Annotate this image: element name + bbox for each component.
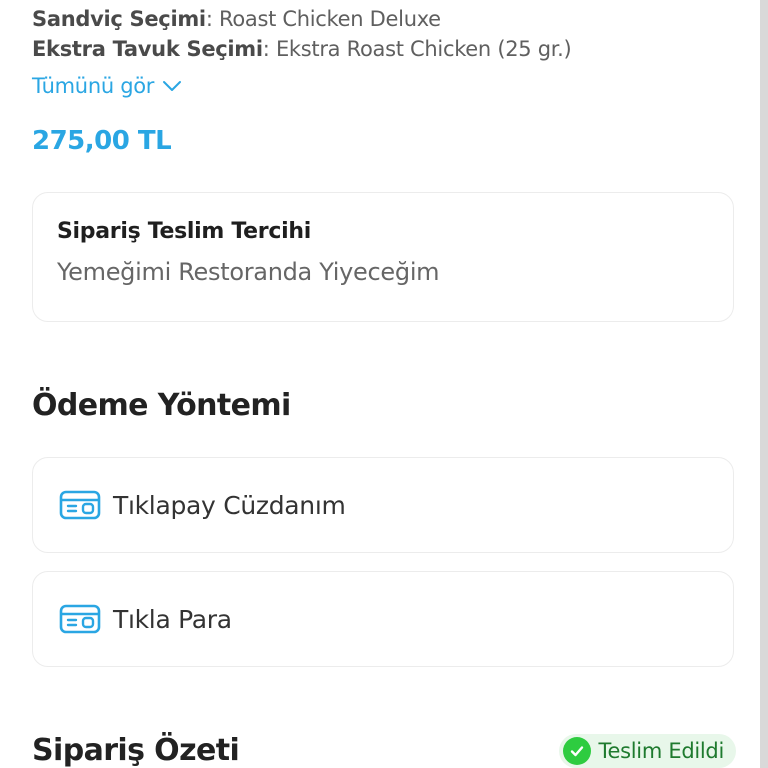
check-circle-icon — [562, 737, 591, 765]
wallet-card-icon — [59, 604, 101, 634]
payment-method-label: Tıklapay Cüzdanım — [113, 490, 346, 520]
option-value: : Roast Chicken Deluxe — [205, 7, 441, 31]
order-price: 275,00 TL — [32, 126, 172, 156]
order-summary-title: Sipariş Özeti — [32, 733, 240, 768]
payment-method-tiklapay-wallet[interactable]: Tıklapay Cüzdanım — [32, 457, 734, 553]
delivery-preference-value: Yemeğimi Restoranda Yiyeceğim — [57, 258, 440, 286]
delivery-preference-title: Sipariş Teslim Tercihi — [57, 219, 311, 244]
payment-method-label: Tıkla Para — [113, 604, 232, 634]
payment-method-tikla-para[interactable]: Tıkla Para — [32, 571, 734, 667]
option-key: Sandviç Seçimi — [32, 7, 206, 31]
chevron-down-icon — [163, 81, 182, 91]
option-key: Ekstra Tavuk Seçimi — [32, 37, 263, 61]
see-all-link[interactable]: Tümünü gör — [32, 74, 182, 98]
option-row: Ekstra Tavuk Seçimi: Ekstra Roast Chicke… — [32, 34, 572, 64]
option-row: Sandviç Seçimi: Roast Chicken Deluxe — [32, 4, 571, 34]
see-all-label: Tümünü gör — [32, 74, 155, 98]
status-badge: Teslim Edildi — [558, 734, 736, 768]
payment-method-title: Ödeme Yöntemi — [32, 388, 291, 423]
product-options: Sandviç Seçimi: Roast Chicken Deluxe Eks… — [32, 4, 572, 64]
status-badge-label: Teslim Edildi — [598, 739, 725, 763]
option-value: : Ekstra Roast Chicken (25 gr.) — [262, 37, 572, 61]
wallet-card-icon — [59, 490, 101, 520]
scrollbar[interactable] — [760, 0, 768, 768]
delivery-preference-card: Sipariş Teslim Tercihi Yemeğimi Restoran… — [32, 192, 734, 322]
